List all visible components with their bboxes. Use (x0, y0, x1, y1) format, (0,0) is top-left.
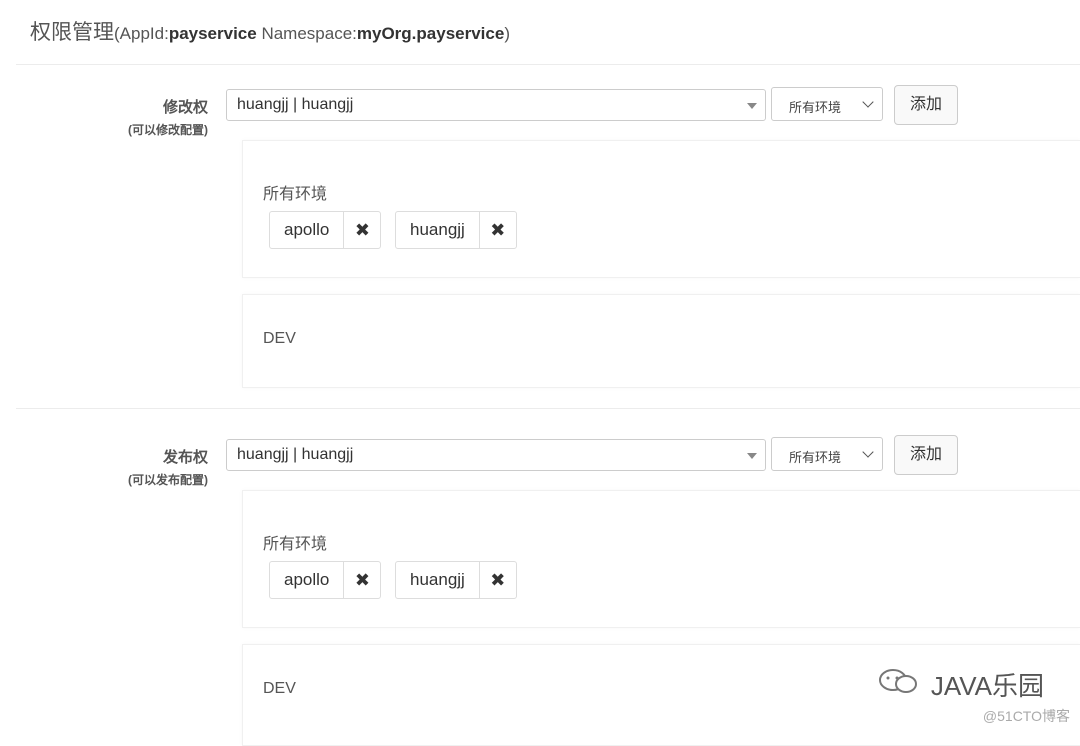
modify-sublabel: (可以修改配置) (128, 123, 208, 137)
release-env-select-value: 所有环境 (789, 450, 842, 465)
namespace-value: myOrg.payservice (356, 24, 505, 43)
chevron-down-icon (862, 446, 874, 458)
dropdown-arrow-icon (747, 103, 757, 109)
release-user-select[interactable]: huangjj | huangjj (226, 439, 766, 471)
release-add-button[interactable]: 添加 (894, 435, 958, 475)
user-tags: apollo ✖ huangjj ✖ (269, 211, 1080, 251)
page-title: 权限管理(AppId:payservice Namespace:myOrg.pa… (30, 16, 510, 46)
env-group-title: DEV (263, 330, 296, 347)
remove-icon[interactable]: ✖ (480, 562, 516, 598)
divider (16, 64, 1080, 65)
modify-env-select-value: 所有环境 (789, 100, 842, 115)
page-title-meta: (AppId:payservice Namespace:myOrg.payser… (114, 24, 510, 43)
user-tag-apollo: apollo ✖ (269, 561, 382, 599)
appid-value: payservice (168, 24, 257, 43)
env-group-title: 所有环境 (263, 536, 328, 553)
namespace-label: Namespace: (256, 24, 357, 43)
remove-icon[interactable]: ✖ (480, 212, 516, 248)
modify-env-select[interactable]: 所有环境 (771, 87, 883, 121)
user-tag-huangjj: huangjj ✖ (395, 561, 517, 599)
release-env-group-all: 所有环境 apollo ✖ huangjj ✖ (242, 490, 1080, 628)
user-tag-apollo: apollo ✖ (269, 211, 382, 249)
appid-label: (AppId: (114, 24, 169, 43)
page-title-text: 权限管理 (30, 21, 114, 44)
wechat-icon (878, 669, 925, 701)
meta-close: ) (504, 24, 510, 43)
dropdown-arrow-icon (747, 453, 757, 459)
watermark: JAVA乐园 (878, 666, 1044, 703)
user-tags: apollo ✖ huangjj ✖ (269, 561, 1080, 601)
modify-label: 修改权 (162, 99, 208, 116)
modify-env-group-all: 所有环境 apollo ✖ huangjj ✖ (242, 140, 1080, 278)
release-permission-label: 发布权 (可以发布配置) (28, 446, 208, 488)
user-tag-label: huangjj (396, 562, 480, 598)
release-sublabel: (可以发布配置) (128, 473, 208, 487)
release-env-select[interactable]: 所有环境 (771, 437, 883, 471)
modify-add-button[interactable]: 添加 (894, 85, 958, 125)
remove-icon[interactable]: ✖ (344, 212, 380, 248)
modify-env-group-dev: DEV (242, 294, 1080, 388)
modify-user-select[interactable]: huangjj | huangjj (226, 89, 766, 121)
user-tag-huangjj: huangjj ✖ (395, 211, 517, 249)
modify-permission-label: 修改权 (可以修改配置) (28, 96, 208, 138)
remove-icon[interactable]: ✖ (344, 562, 380, 598)
env-group-title: 所有环境 (263, 186, 328, 203)
user-tag-label: apollo (270, 562, 345, 598)
watermark-sub: @51CTO博客 (982, 708, 1070, 724)
divider (16, 408, 1080, 409)
user-tag-label: apollo (270, 212, 345, 248)
user-tag-label: huangjj (396, 212, 480, 248)
modify-user-select-value: huangjj | huangjj (237, 96, 354, 113)
chevron-down-icon (862, 96, 874, 108)
release-label: 发布权 (162, 449, 208, 466)
release-user-select-value: huangjj | huangjj (237, 446, 354, 463)
env-group-title: DEV (263, 680, 296, 697)
watermark-text: JAVA乐园 (930, 671, 1044, 701)
